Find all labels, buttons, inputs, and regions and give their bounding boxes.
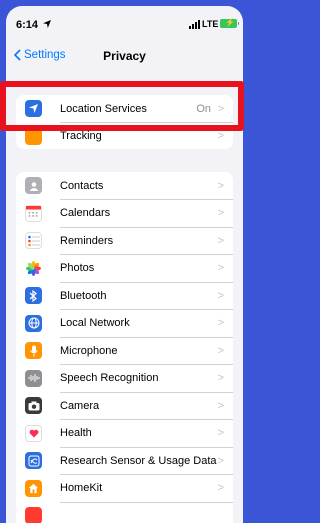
chevron-right-icon: > xyxy=(217,130,224,143)
battery-icon: ⚡ xyxy=(220,18,239,28)
chevron-right-icon: > xyxy=(217,399,224,412)
calendar-icon xyxy=(25,204,42,222)
chevron-right-icon: > xyxy=(217,454,224,467)
row-label: Local Network xyxy=(60,317,130,330)
home-icon xyxy=(25,479,42,497)
chevron-right-icon: > xyxy=(217,234,224,247)
row-label: Photos xyxy=(60,262,95,275)
row-homekit[interactable]: HomeKit > xyxy=(16,475,233,502)
waveform-icon xyxy=(25,369,42,387)
contacts-icon xyxy=(25,177,42,195)
charging-bolt-icon: ⚡ xyxy=(225,18,235,27)
status-time: 6:14 xyxy=(16,19,39,31)
row-speech-recognition[interactable]: Speech Recognition > xyxy=(16,365,233,392)
network-type: LTE xyxy=(202,19,219,29)
chevron-right-icon: > xyxy=(217,482,224,495)
heart-icon xyxy=(25,424,42,442)
chevron-right-icon: > xyxy=(217,207,224,220)
row-label: Bluetooth xyxy=(60,289,107,302)
media-icon xyxy=(25,507,42,523)
chevron-right-icon: > xyxy=(217,372,224,385)
highlight-box xyxy=(0,81,244,131)
row-photos[interactable]: Photos > xyxy=(16,255,233,282)
camera-icon xyxy=(25,397,42,415)
reminders-icon xyxy=(25,232,42,250)
chevron-right-icon: > xyxy=(217,289,224,302)
row-camera[interactable]: Camera > xyxy=(16,392,233,420)
microphone-icon xyxy=(25,342,42,360)
row-label: Contacts xyxy=(60,179,104,192)
row-calendars[interactable]: Calendars > xyxy=(16,200,233,227)
page-title: Privacy xyxy=(103,49,146,63)
row-health[interactable]: Health > xyxy=(16,420,233,447)
row-local-network[interactable]: Local Network > xyxy=(16,310,233,337)
bluetooth-icon xyxy=(25,287,42,305)
chevron-right-icon: > xyxy=(217,262,224,275)
row-research-sensor[interactable]: Research Sensor & Usage Data > xyxy=(16,447,233,475)
chevron-right-icon: > xyxy=(217,344,224,357)
chevron-right-icon: > xyxy=(217,317,224,330)
status-bar: 6:14 LTE ⚡ xyxy=(6,6,243,36)
settings-group-permissions: Contacts > Calendars > Reminders > Photo… xyxy=(16,172,233,523)
row-reminders[interactable]: Reminders > xyxy=(16,227,233,255)
research-icon xyxy=(25,452,42,470)
row-label: Reminders xyxy=(60,234,114,247)
row-label: HomeKit xyxy=(60,482,103,495)
navigation-bar: Settings Privacy xyxy=(6,44,243,70)
row-bluetooth[interactable]: Bluetooth > xyxy=(16,282,233,310)
globe-icon xyxy=(25,314,42,332)
row-microphone[interactable]: Microphone > xyxy=(16,337,233,365)
row-label: Camera xyxy=(60,399,100,412)
cell-signal-icon xyxy=(189,20,200,29)
row-label: Microphone xyxy=(60,344,118,357)
location-arrow-icon xyxy=(43,20,51,28)
row-label: Tracking xyxy=(60,130,102,143)
row-label: Research Sensor & Usage Data xyxy=(60,454,217,467)
row-contacts[interactable]: Contacts > xyxy=(16,172,233,200)
row-label: Speech Recognition xyxy=(60,372,159,385)
row-partial[interactable] xyxy=(16,502,233,523)
row-label: Calendars xyxy=(60,207,111,220)
row-label: Health xyxy=(60,427,92,440)
chevron-right-icon: > xyxy=(217,427,224,440)
photos-icon xyxy=(25,259,42,277)
chevron-right-icon: > xyxy=(217,179,224,192)
